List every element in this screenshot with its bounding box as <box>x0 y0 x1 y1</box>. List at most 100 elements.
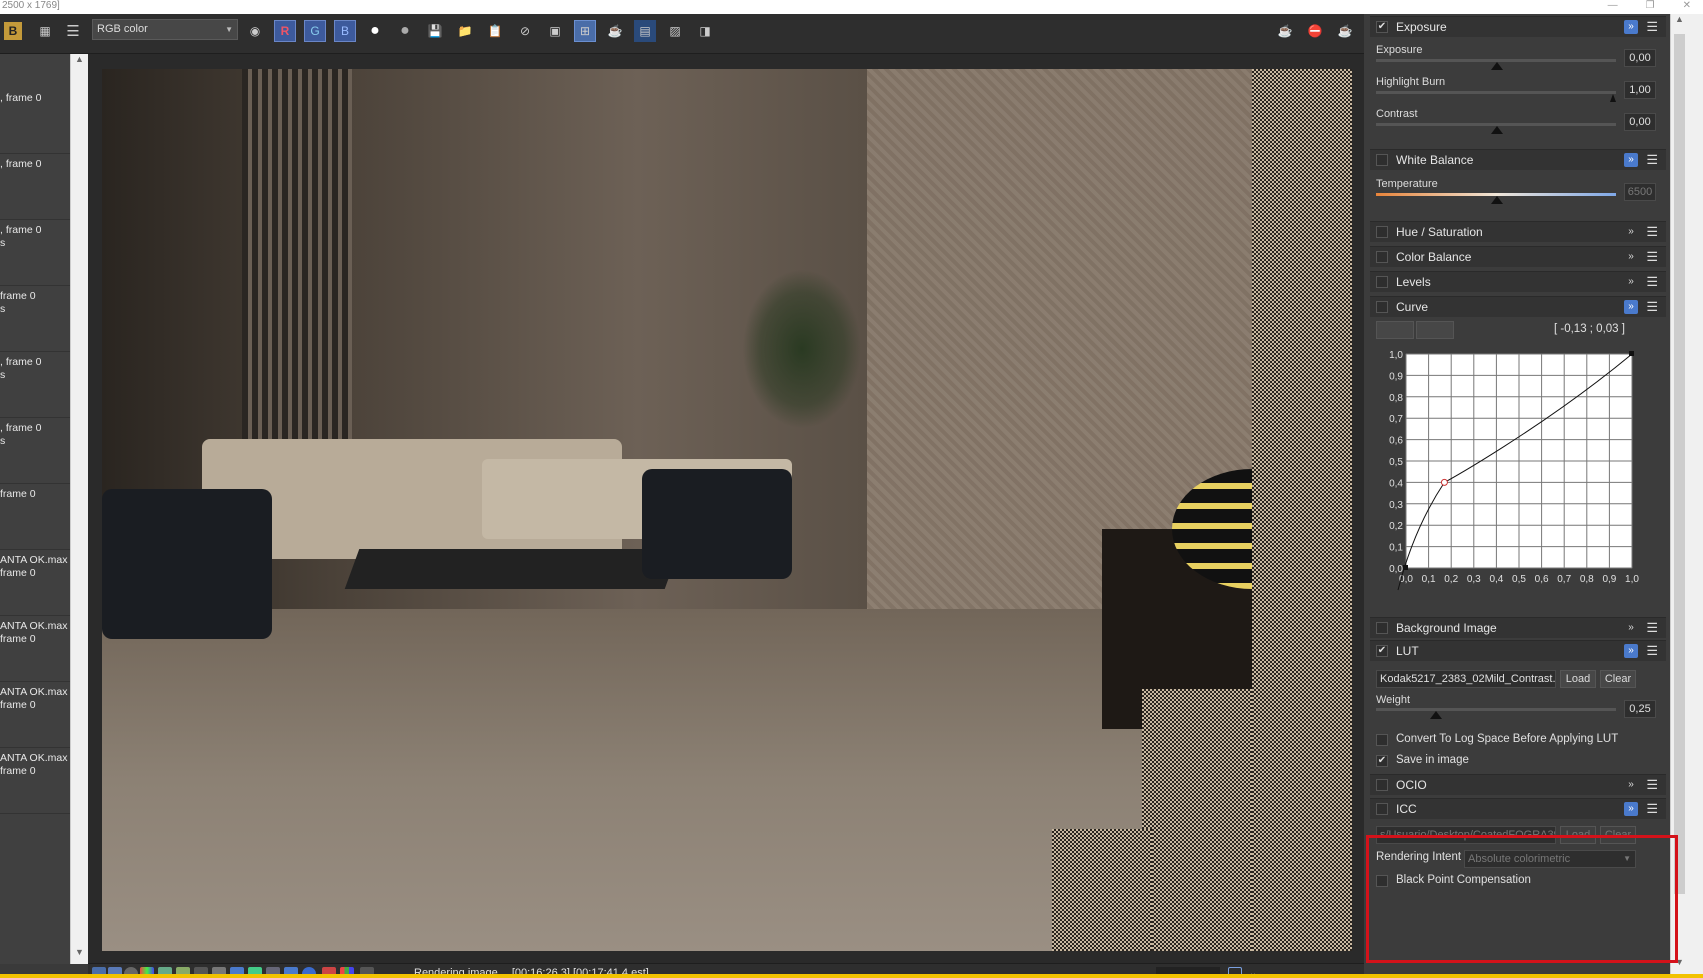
chevron-double-down-icon[interactable]: » <box>1624 300 1638 314</box>
history-item[interactable]: ANTA OK.max frame 0 <box>0 616 70 682</box>
minimize-button[interactable]: — <box>1608 0 1618 12</box>
section-lut[interactable]: ✔ LUT » ☰ <box>1370 640 1666 661</box>
color-balance-checkbox[interactable] <box>1376 251 1388 263</box>
lut-file-field[interactable]: Kodak5217_2383_02Mild_Contrast.cube <box>1376 670 1556 688</box>
save-icon[interactable]: 💾 <box>424 20 446 42</box>
open-folder-icon[interactable]: 📁 <box>454 20 476 42</box>
mono-icon[interactable]: ● <box>394 20 416 42</box>
hamburger-menu-icon[interactable]: ☰ <box>1646 224 1658 240</box>
scrollbar-thumb[interactable] <box>1674 34 1685 894</box>
log-space-checkbox[interactable] <box>1376 734 1388 746</box>
hamburger-menu-icon[interactable]: ☰ <box>1646 620 1658 636</box>
red-channel-button[interactable]: R <box>274 20 296 42</box>
hamburger-menu-icon[interactable]: ☰ <box>1646 274 1658 290</box>
render-teapot-icon[interactable]: ☕ <box>1274 20 1296 42</box>
clipboard-icon[interactable]: 📋 <box>484 20 506 42</box>
close-button[interactable]: ✕ <box>1683 0 1691 12</box>
chevron-up-icon[interactable]: ▲ <box>1671 14 1688 31</box>
section-levels[interactable]: Levels » ☰ <box>1370 271 1666 292</box>
lut-checkbox[interactable]: ✔ <box>1376 645 1388 657</box>
lut-weight-thumb[interactable] <box>1430 711 1442 719</box>
chevron-double-down-icon[interactable]: » <box>1624 153 1638 167</box>
exposure-value[interactable]: 0,00 <box>1624 49 1656 67</box>
chevron-double-down-icon[interactable]: » <box>1624 778 1638 792</box>
white-balance-checkbox[interactable] <box>1376 154 1388 166</box>
highlight-burn-value[interactable]: 1,00 <box>1624 81 1656 99</box>
chevron-up-icon[interactable]: ▲ <box>71 54 88 71</box>
interactive-render-icon[interactable]: ☕ <box>1334 20 1356 42</box>
chevron-double-down-icon[interactable]: » <box>1624 275 1638 289</box>
hamburger-menu-icon[interactable]: ☰ <box>1646 643 1658 659</box>
section-exposure[interactable]: ✔ Exposure » ☰ <box>1370 16 1666 37</box>
color-picker-icon[interactable]: ▦ <box>34 20 56 42</box>
history-item[interactable]: frame 0 <box>0 484 70 550</box>
contrast-thumb[interactable] <box>1491 126 1503 134</box>
exposure-slider-thumb[interactable] <box>1491 62 1503 70</box>
section-ocio[interactable]: OCIO » ☰ <box>1370 774 1666 795</box>
clear-icon[interactable]: ⊘ <box>514 20 536 42</box>
ocio-checkbox[interactable] <box>1376 779 1388 791</box>
history-item[interactable]: ANTA OK.max frame 0 <box>0 748 70 814</box>
chevron-double-down-icon[interactable]: » <box>1624 20 1638 34</box>
stop-render-icon[interactable]: ⛔ <box>1304 20 1326 42</box>
levels-checkbox[interactable] <box>1376 276 1388 288</box>
temperature-value[interactable]: 6500 <box>1624 183 1656 201</box>
history-item[interactable]: , frame 0s <box>0 418 70 484</box>
background-image-checkbox[interactable] <box>1376 622 1388 634</box>
section-background-image[interactable]: Background Image » ☰ <box>1370 617 1666 638</box>
temperature-thumb[interactable] <box>1491 196 1503 204</box>
chevron-double-down-icon[interactable]: » <box>1624 621 1638 635</box>
section-icc[interactable]: ICC » ☰ <box>1370 798 1666 819</box>
chevron-double-down-icon[interactable]: » <box>1624 802 1638 816</box>
section-white-balance[interactable]: White Balance » ☰ <box>1370 149 1666 170</box>
history-item[interactable]: , frame 0s <box>0 220 70 286</box>
hamburger-menu-icon[interactable]: ☰ <box>1646 299 1658 315</box>
lens-effects-icon[interactable]: ▨ <box>664 20 686 42</box>
chevron-double-down-icon[interactable]: » <box>1624 225 1638 239</box>
lut-load-button[interactable]: Load <box>1560 670 1596 688</box>
history-item[interactable]: ANTA OK.max frame 0 <box>0 550 70 616</box>
render-viewport[interactable] <box>88 54 1364 964</box>
contrast-value[interactable]: 0,00 <box>1624 113 1656 131</box>
curve-graph[interactable]: 1,00,90,80,70,60,50,40,30,20,10,00,0 0,1 0… <box>1370 344 1666 614</box>
green-channel-button[interactable]: G <box>304 20 326 42</box>
section-curve[interactable]: Curve » ☰ <box>1370 296 1666 317</box>
history-item[interactable]: frame 0s <box>0 286 70 352</box>
teapot-icon[interactable]: ☕ <box>604 20 626 42</box>
save-in-image-checkbox[interactable]: ✔ <box>1376 755 1388 767</box>
history-item[interactable]: ANTA OK.max frame 0 <box>0 682 70 748</box>
highlight-burn-slider[interactable] <box>1376 91 1616 94</box>
history-item[interactable]: , frame 0s <box>0 352 70 418</box>
history-scrollbar[interactable]: ▲ ▼ <box>70 54 88 964</box>
curve-editor[interactable]: 1,0 0,9 0,8 0,7 0,6 0,5 0,4 0,3 0,2 0,1 0,0 0,0 0,1 0… <box>1370 344 1666 614</box>
exposure-enable-checkbox[interactable]: ✔ <box>1376 21 1388 33</box>
bucket-icon[interactable]: B <box>4 22 22 40</box>
alpha-white-icon[interactable]: ● <box>364 20 386 42</box>
panel-scrollbar[interactable]: ▲ ▼ <box>1670 14 1688 974</box>
highlight-burn-thumb[interactable] <box>1610 94 1616 102</box>
menu-icon[interactable]: ☰ <box>62 20 84 42</box>
monitor-icon[interactable]: ▣ <box>544 20 566 42</box>
histogram-icon[interactable]: ▤ <box>634 20 656 42</box>
history-item[interactable]: , frame 0 <box>0 154 70 220</box>
chevron-double-down-icon[interactable]: » <box>1624 644 1638 658</box>
history-item[interactable]: , frame 0 <box>0 88 70 154</box>
icc-checkbox[interactable] <box>1376 803 1388 815</box>
maximize-button[interactable]: ❐ <box>1646 0 1655 12</box>
lut-weight-value[interactable]: 0,25 <box>1624 700 1656 718</box>
section-hue-saturation[interactable]: Hue / Saturation » ☰ <box>1370 221 1666 242</box>
lut-clear-button[interactable]: Clear <box>1600 670 1636 688</box>
lut-weight-slider[interactable] <box>1376 708 1616 711</box>
region-render-icon[interactable]: ⊞ <box>574 20 596 42</box>
hamburger-menu-icon[interactable]: ☰ <box>1646 777 1658 793</box>
curve-checkbox[interactable] <box>1376 301 1388 313</box>
hamburger-menu-icon[interactable]: ☰ <box>1646 801 1658 817</box>
hamburger-menu-icon[interactable]: ☰ <box>1646 19 1658 35</box>
curve-preset-button[interactable] <box>1376 321 1414 339</box>
chevron-double-down-icon[interactable]: » <box>1624 250 1638 264</box>
curve-preset-button[interactable] <box>1416 321 1454 339</box>
compare-icon[interactable]: ◨ <box>694 20 716 42</box>
hamburger-menu-icon[interactable]: ☰ <box>1646 249 1658 265</box>
hue-saturation-checkbox[interactable] <box>1376 226 1388 238</box>
rgb-channels-icon[interactable]: ◉ <box>244 20 266 42</box>
